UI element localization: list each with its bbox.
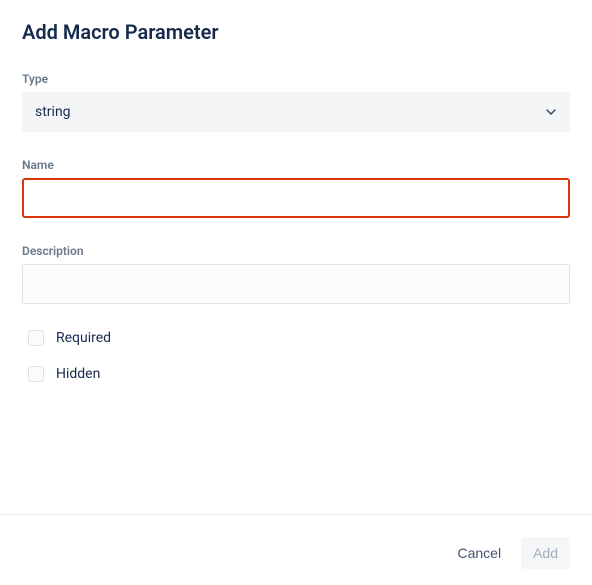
cancel-button[interactable]: Cancel — [445, 537, 513, 569]
description-input[interactable] — [22, 264, 570, 304]
hidden-checkbox-row[interactable]: Hidden — [22, 366, 570, 382]
required-checkbox-row[interactable]: Required — [22, 330, 570, 346]
required-checkbox[interactable] — [28, 330, 44, 346]
name-label: Name — [22, 158, 570, 172]
hidden-checkbox-label: Hidden — [56, 366, 100, 382]
dialog-title: Add Macro Parameter — [22, 20, 570, 44]
description-label: Description — [22, 244, 570, 258]
type-select-value: string — [35, 104, 545, 120]
required-checkbox-label: Required — [56, 330, 111, 346]
chevron-down-icon — [545, 106, 557, 118]
add-macro-parameter-dialog: Add Macro Parameter Type string Name Des… — [0, 0, 592, 382]
name-input[interactable] — [22, 178, 570, 218]
type-select[interactable]: string — [22, 92, 570, 132]
name-field: Name — [22, 158, 570, 218]
type-label: Type — [22, 72, 570, 86]
type-field: Type string — [22, 72, 570, 132]
add-button[interactable]: Add — [521, 537, 570, 569]
hidden-checkbox[interactable] — [28, 366, 44, 382]
description-field: Description — [22, 244, 570, 304]
dialog-footer: Cancel Add — [0, 514, 592, 585]
